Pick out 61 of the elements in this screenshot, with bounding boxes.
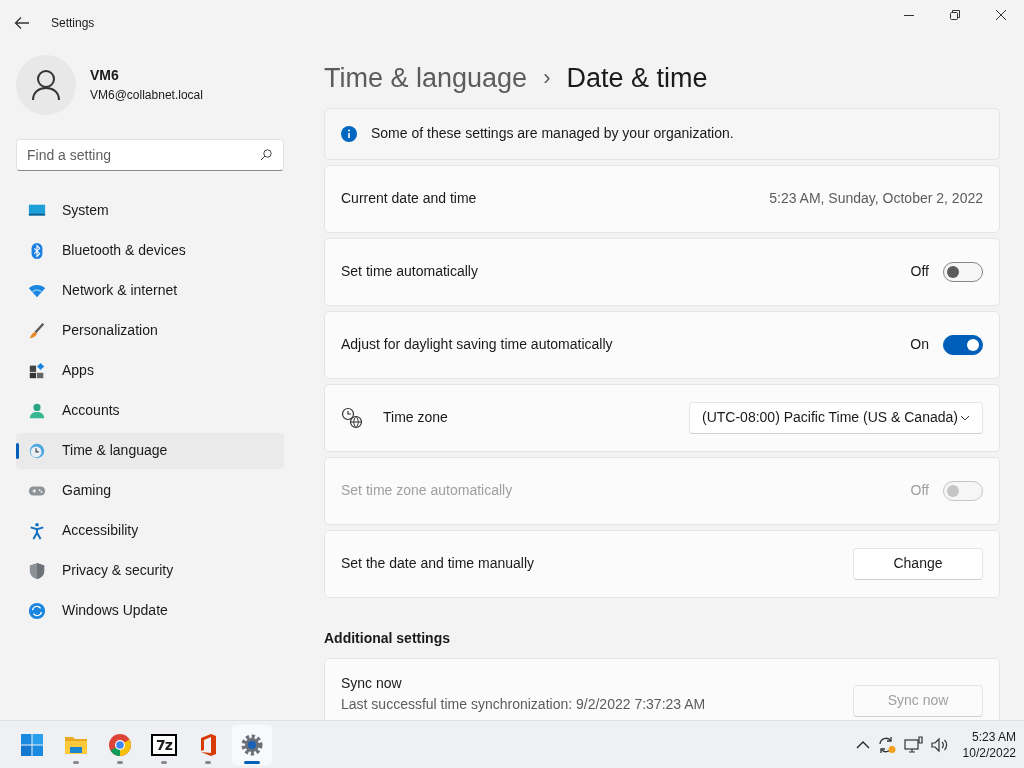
setting-label: Time zone [383,408,448,428]
nav-item[interactable]: Accessibility [16,512,284,549]
section-heading: Additional settings [324,628,451,648]
brush-icon [28,321,46,340]
info-icon [341,125,357,142]
user-name: VM6 [90,66,120,86]
nav-item[interactable]: Personalization [16,312,284,349]
sync-detail-text: Last successful time synchronization: 9/2/2022 7:37:23 AM [341,694,706,714]
nav-item[interactable]: Network & internet [16,272,284,309]
user-email: VM6@collabnet.local [90,87,203,105]
update-icon [28,601,46,620]
notice-text: Some of these settings are managed by your organization. [371,124,734,144]
search-field[interactable]: Find a setting [16,138,284,171]
nav-item[interactable]: Bluetooth & devices [16,232,284,269]
page-title: Date & time [566,61,708,95]
setting-value: 5:23 AM, Sunday, October 2, 2022 [769,189,983,209]
nav-item[interactable]: Accounts [16,392,284,429]
gear-icon [240,732,264,757]
nav-item[interactable]: Apps [16,352,284,389]
nav-item[interactable]: Gaming [16,472,284,509]
toggle-state-label: Off [910,481,929,501]
close-icon [996,10,1006,21]
toggle-switch[interactable] [943,334,983,355]
setting-label: Set the date and time manually [341,554,534,574]
accessibility-icon [28,521,46,540]
nav-item[interactable]: Privacy & security [16,552,284,589]
person-icon [28,401,46,420]
taskbar-app[interactable] [232,724,272,765]
windows-logo-icon [20,732,44,757]
sync-icon[interactable] [876,735,897,754]
clock-globe-icon [28,441,46,460]
toggle-state-label: Off [910,262,929,282]
chevron-up-icon[interactable] [855,740,870,749]
apps-icon [28,361,46,380]
volume-icon[interactable] [930,736,949,753]
clock[interactable]: 5:23 AM 10/2/2022 [962,728,1016,761]
window-title: Settings [51,14,95,32]
chevron-down-icon [960,414,970,421]
breadcrumb-link[interactable]: Time & language [324,57,528,99]
change-button[interactable]: Change [853,547,983,580]
app-logo-text: 7z [151,733,177,756]
monitor-icon[interactable] [903,735,924,754]
nav-item[interactable]: Time & language [16,432,284,469]
taskbar-app[interactable]: 7z [144,724,184,765]
breadcrumb-separator: › [543,64,551,93]
setting-label: Set time automatically [341,262,478,282]
setting-label: Set time zone automatically [341,481,513,501]
restore-icon [950,10,960,21]
sync-title: Sync now [341,673,403,693]
setting-label: Current date and time [341,189,477,209]
nav-item[interactable]: Windows Update [16,592,284,629]
back-icon[interactable] [14,15,30,30]
clock-globe-icon [341,406,363,429]
toggle-state-label: On [910,335,929,355]
shield-icon [28,561,46,580]
setting-label: Adjust for daylight saving time automatically [341,335,613,355]
nav-item[interactable]: System [16,192,284,229]
search-icon[interactable] [260,148,272,161]
timezone-dropdown[interactable]: (UTC-08:00) Pacific Time (US & Canada) [689,401,983,434]
browser-icon [108,732,132,757]
toggle-switch[interactable] [943,261,983,282]
